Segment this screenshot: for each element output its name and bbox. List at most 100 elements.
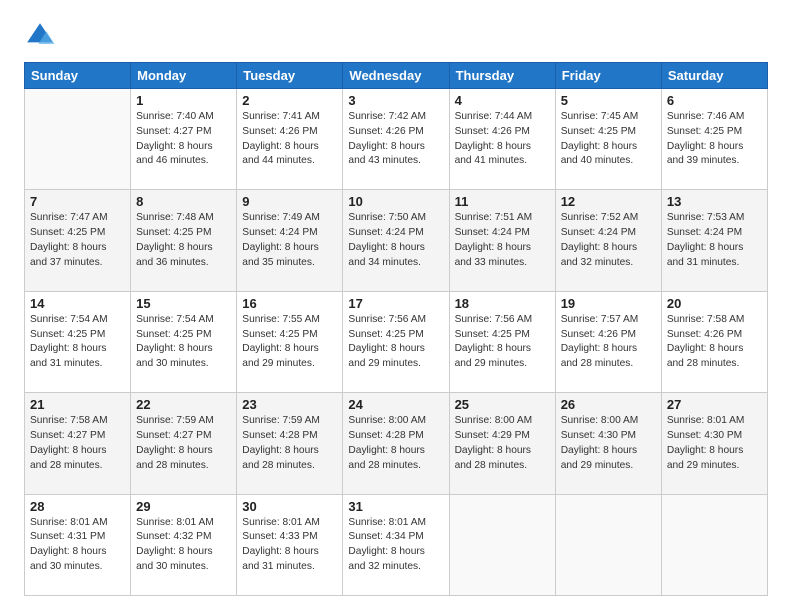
day-info: Sunrise: 7:57 AM Sunset: 4:26 PM Dayligh… [561, 313, 656, 372]
day-number: 10 [348, 194, 443, 209]
day-info: Sunrise: 7:54 AM Sunset: 4:25 PM Dayligh… [30, 313, 125, 372]
calendar-cell: 10Sunrise: 7:50 AM Sunset: 4:24 PM Dayli… [343, 190, 449, 291]
day-number: 1 [136, 93, 231, 108]
day-info: Sunrise: 7:59 AM Sunset: 4:27 PM Dayligh… [136, 414, 231, 473]
day-info: Sunrise: 7:40 AM Sunset: 4:27 PM Dayligh… [136, 110, 231, 169]
weekday-header-saturday: Saturday [661, 63, 767, 89]
day-number: 4 [455, 93, 550, 108]
calendar-cell: 19 Sunrise: 7:57 AM Sunset: 4:26 PM Dayli… [555, 291, 661, 392]
calendar-cell: 5 Sunrise: 7:45 AM Sunset: 4:25 PM Daylig… [555, 89, 661, 190]
calendar-cell: 1 Sunrise: 7:40 AM Sunset: 4:27 PM Daylig… [131, 89, 237, 190]
weekday-header-thursday: Thursday [449, 63, 555, 89]
day-info: Sunrise: 7:59 AM Sunset: 4:28 PM Dayligh… [242, 414, 337, 473]
day-info: Sunrise: 7:58 AM Sunset: 4:27 PM Dayligh… [30, 414, 125, 473]
logo [24, 20, 60, 52]
calendar-cell: 15 Sunrise: 7:54 AM Sunset: 4:25 PM Dayli… [131, 291, 237, 392]
weekday-header-row: SundayMondayTuesdayWednesdayThursdayFrid… [25, 63, 768, 89]
calendar-cell: 16 Sunrise: 7:55 AM Sunset: 4:25 PM Dayli… [237, 291, 343, 392]
calendar-cell [555, 494, 661, 595]
day-number: 29 [136, 499, 231, 514]
day-info: Sunrise: 7:49 AM Sunset: 4:24 PM Dayligh… [242, 211, 337, 270]
day-number: 25 [455, 397, 550, 412]
day-number: 22 [136, 397, 231, 412]
calendar-cell: 27Sunrise: 8:01 AM Sunset: 4:30 PM Dayli… [661, 393, 767, 494]
week-row-1: 7 Sunrise: 7:47 AM Sunset: 4:25 PM Daylig… [25, 190, 768, 291]
calendar-cell: 26 Sunrise: 8:00 AM Sunset: 4:30 PM Dayli… [555, 393, 661, 494]
calendar-cell: 31 Sunrise: 8:01 AM Sunset: 4:34 PM Dayli… [343, 494, 449, 595]
week-row-4: 28 Sunrise: 8:01 AM Sunset: 4:31 PM Dayli… [25, 494, 768, 595]
weekday-header-monday: Monday [131, 63, 237, 89]
day-info: Sunrise: 7:56 AM Sunset: 4:25 PM Dayligh… [348, 313, 443, 372]
calendar-cell: 6Sunrise: 7:46 AM Sunset: 4:25 PM Daylig… [661, 89, 767, 190]
calendar-cell: 28 Sunrise: 8:01 AM Sunset: 4:31 PM Dayli… [25, 494, 131, 595]
calendar-cell: 13Sunrise: 7:53 AM Sunset: 4:24 PM Dayli… [661, 190, 767, 291]
weekday-header-sunday: Sunday [25, 63, 131, 89]
calendar-cell: 23 Sunrise: 7:59 AM Sunset: 4:28 PM Dayli… [237, 393, 343, 494]
day-number: 9 [242, 194, 337, 209]
calendar-cell: 29 Sunrise: 8:01 AM Sunset: 4:32 PM Dayli… [131, 494, 237, 595]
calendar-cell: 4 Sunrise: 7:44 AM Sunset: 4:26 PM Daylig… [449, 89, 555, 190]
day-number: 31 [348, 499, 443, 514]
weekday-header-tuesday: Tuesday [237, 63, 343, 89]
weekday-header-friday: Friday [555, 63, 661, 89]
calendar-cell: 25 Sunrise: 8:00 AM Sunset: 4:29 PM Dayli… [449, 393, 555, 494]
day-number: 23 [242, 397, 337, 412]
day-number: 3 [348, 93, 443, 108]
calendar-cell: 30 Sunrise: 8:01 AM Sunset: 4:33 PM Dayli… [237, 494, 343, 595]
calendar-cell [25, 89, 131, 190]
calendar-cell: 17 Sunrise: 7:56 AM Sunset: 4:25 PM Dayli… [343, 291, 449, 392]
calendar-cell: 21 Sunrise: 7:58 AM Sunset: 4:27 PM Dayli… [25, 393, 131, 494]
day-info: Sunrise: 8:01 AM Sunset: 4:31 PM Dayligh… [30, 516, 125, 575]
day-info: Sunrise: 8:00 AM Sunset: 4:28 PM Dayligh… [348, 414, 443, 473]
day-number: 28 [30, 499, 125, 514]
day-number: 7 [30, 194, 125, 209]
calendar-cell [661, 494, 767, 595]
calendar-table: SundayMondayTuesdayWednesdayThursdayFrid… [24, 62, 768, 596]
day-number: 26 [561, 397, 656, 412]
week-row-3: 21 Sunrise: 7:58 AM Sunset: 4:27 PM Dayli… [25, 393, 768, 494]
day-info: Sunrise: 7:42 AM Sunset: 4:26 PM Dayligh… [348, 110, 443, 169]
day-info: Sunrise: 8:01 AM Sunset: 4:33 PM Dayligh… [242, 516, 337, 575]
day-number: 2 [242, 93, 337, 108]
day-number: 24 [348, 397, 443, 412]
day-info: Sunrise: 8:01 AM Sunset: 4:30 PM Dayligh… [667, 414, 762, 473]
calendar-cell: 11Sunrise: 7:51 AM Sunset: 4:24 PM Dayli… [449, 190, 555, 291]
day-info: Sunrise: 8:00 AM Sunset: 4:30 PM Dayligh… [561, 414, 656, 473]
day-info: Sunrise: 7:51 AM Sunset: 4:24 PM Dayligh… [455, 211, 550, 270]
calendar-cell [449, 494, 555, 595]
day-info: Sunrise: 7:53 AM Sunset: 4:24 PM Dayligh… [667, 211, 762, 270]
day-info: Sunrise: 8:01 AM Sunset: 4:32 PM Dayligh… [136, 516, 231, 575]
week-row-2: 14Sunrise: 7:54 AM Sunset: 4:25 PM Dayli… [25, 291, 768, 392]
day-info: Sunrise: 7:56 AM Sunset: 4:25 PM Dayligh… [455, 313, 550, 372]
day-info: Sunrise: 7:54 AM Sunset: 4:25 PM Dayligh… [136, 313, 231, 372]
day-info: Sunrise: 7:52 AM Sunset: 4:24 PM Dayligh… [561, 211, 656, 270]
day-number: 12 [561, 194, 656, 209]
calendar-cell: 7 Sunrise: 7:47 AM Sunset: 4:25 PM Daylig… [25, 190, 131, 291]
day-number: 15 [136, 296, 231, 311]
day-info: Sunrise: 7:41 AM Sunset: 4:26 PM Dayligh… [242, 110, 337, 169]
day-number: 17 [348, 296, 443, 311]
weekday-header-wednesday: Wednesday [343, 63, 449, 89]
header [24, 20, 768, 52]
day-number: 19 [561, 296, 656, 311]
calendar-cell: 2 Sunrise: 7:41 AM Sunset: 4:26 PM Daylig… [237, 89, 343, 190]
day-info: Sunrise: 7:45 AM Sunset: 4:25 PM Dayligh… [561, 110, 656, 169]
day-info: Sunrise: 7:58 AM Sunset: 4:26 PM Dayligh… [667, 313, 762, 372]
day-number: 21 [30, 397, 125, 412]
day-number: 16 [242, 296, 337, 311]
day-info: Sunrise: 7:44 AM Sunset: 4:26 PM Dayligh… [455, 110, 550, 169]
day-number: 30 [242, 499, 337, 514]
day-number: 5 [561, 93, 656, 108]
calendar-cell: 18 Sunrise: 7:56 AM Sunset: 4:25 PM Dayli… [449, 291, 555, 392]
logo-icon [24, 20, 56, 52]
week-row-0: 1 Sunrise: 7:40 AM Sunset: 4:27 PM Daylig… [25, 89, 768, 190]
calendar-cell: 8Sunrise: 7:48 AM Sunset: 4:25 PM Daylig… [131, 190, 237, 291]
day-info: Sunrise: 8:01 AM Sunset: 4:34 PM Dayligh… [348, 516, 443, 575]
calendar-cell: 12 Sunrise: 7:52 AM Sunset: 4:24 PM Dayli… [555, 190, 661, 291]
calendar-cell: 14Sunrise: 7:54 AM Sunset: 4:25 PM Dayli… [25, 291, 131, 392]
day-info: Sunrise: 8:00 AM Sunset: 4:29 PM Dayligh… [455, 414, 550, 473]
day-number: 18 [455, 296, 550, 311]
day-info: Sunrise: 7:47 AM Sunset: 4:25 PM Dayligh… [30, 211, 125, 270]
day-info: Sunrise: 7:55 AM Sunset: 4:25 PM Dayligh… [242, 313, 337, 372]
day-info: Sunrise: 7:48 AM Sunset: 4:25 PM Dayligh… [136, 211, 231, 270]
